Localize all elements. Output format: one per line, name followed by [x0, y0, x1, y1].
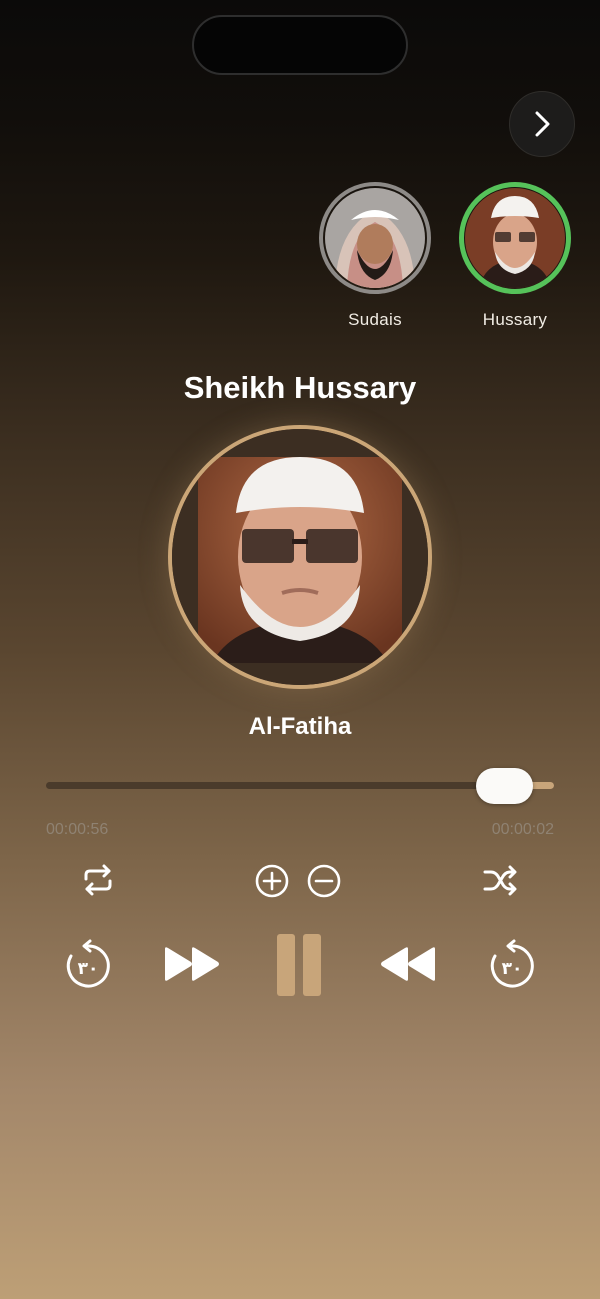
- zoom-in-icon: [255, 864, 289, 898]
- reciter-name: Hussary: [482, 310, 548, 329]
- skip-30-label: ٣٠: [78, 959, 99, 979]
- repeat-icon: [84, 864, 112, 896]
- zoom-in-button[interactable]: [253, 861, 291, 901]
- zoom-out-button[interactable]: [305, 861, 343, 901]
- remaining-time: 00:00:02: [491, 821, 554, 838]
- skip-30-icon: ٣٠: [490, 939, 534, 988]
- avatar: [325, 188, 425, 288]
- chevron-right-icon: [535, 111, 550, 137]
- fast-forward-icon: [165, 947, 219, 981]
- elapsed-time: 00:00:56: [46, 821, 109, 838]
- zoom-out-icon: [307, 864, 341, 898]
- reciter-name: Sudais: [348, 310, 402, 329]
- rewind-button[interactable]: [377, 944, 439, 984]
- repeat-button[interactable]: [76, 860, 120, 900]
- reciter-hussary[interactable]: Hussary: [445, 182, 585, 330]
- shuffle-icon: [483, 865, 517, 896]
- avatar: [465, 188, 565, 288]
- skip-30-icon: ٣٠: [66, 939, 110, 988]
- pause-icon: [277, 934, 321, 996]
- skip-forward-30-button[interactable]: ٣٠: [488, 938, 536, 990]
- shuffle-button[interactable]: [478, 860, 522, 900]
- surah-title: Al-Fatiha: [248, 713, 352, 740]
- reciter-sudais[interactable]: Sudais: [305, 182, 445, 330]
- avatar-ring-selected: [459, 182, 571, 294]
- rewind-icon: [381, 947, 435, 981]
- fast-forward-button[interactable]: [161, 944, 223, 984]
- dynamic-island: [192, 15, 408, 75]
- avatar-ring: [319, 182, 431, 294]
- pause-button[interactable]: [276, 933, 324, 997]
- next-button[interactable]: [509, 91, 575, 157]
- skip-30-label: ٣٠: [502, 959, 523, 979]
- progress-slider-thumb[interactable]: [476, 768, 533, 804]
- reciter-title: Sheikh Hussary: [183, 370, 417, 405]
- album-art: [168, 425, 432, 689]
- skip-back-30-button[interactable]: ٣٠: [64, 938, 112, 990]
